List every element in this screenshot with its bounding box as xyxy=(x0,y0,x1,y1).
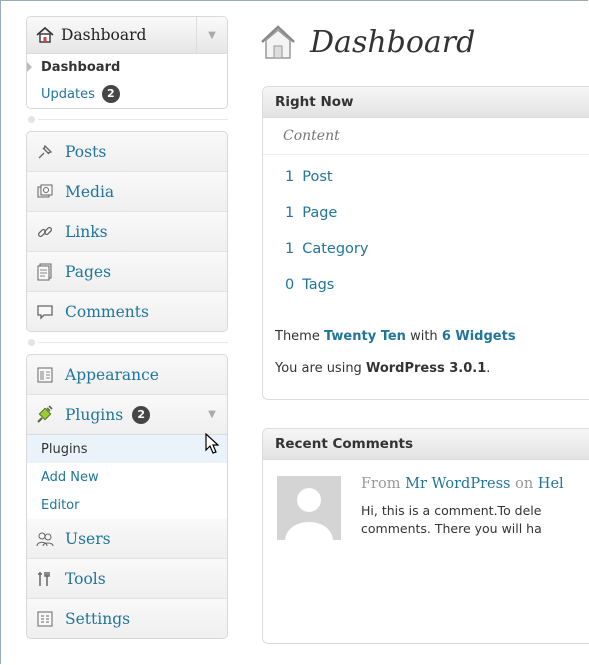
comment-excerpt: Hi, this is a comment.To dele comments. … xyxy=(361,502,542,538)
stat-posts[interactable]: 1 Post xyxy=(263,159,589,195)
comment-on: on xyxy=(515,476,534,492)
stat-pages[interactable]: 1 Page xyxy=(263,195,589,231)
page-header: Dashboard xyxy=(258,22,475,62)
settings-icon xyxy=(35,609,55,629)
plugins-submenu: Plugins Add New Editor xyxy=(27,433,227,519)
comments-icon xyxy=(35,302,55,322)
comment-post-link[interactable]: Hel xyxy=(538,476,564,492)
home-icon xyxy=(36,26,54,43)
menu-plugins[interactable]: Plugins 2 ▼ xyxy=(27,395,227,435)
menu-pages[interactable]: Pages xyxy=(27,252,227,292)
menu-links[interactable]: Links xyxy=(27,212,227,252)
widgets-link[interactable]: 6 Widgets xyxy=(442,329,516,344)
stat-tags[interactable]: 0 Tags xyxy=(263,267,589,303)
menu-pages-label: Pages xyxy=(65,262,112,281)
menu-separator[interactable] xyxy=(26,109,228,131)
version-prefix: You are using xyxy=(275,360,362,376)
mouse-cursor-icon xyxy=(205,433,219,454)
comment-meta: From Mr WordPress on Hel xyxy=(361,476,564,492)
menu-media[interactable]: Media xyxy=(27,172,227,212)
content-stats: 1 Post 1 Page 1 Category 0 Tags xyxy=(263,155,589,303)
media-icon xyxy=(35,182,55,202)
stat-count: 1 xyxy=(285,169,295,185)
stat-label: Tags xyxy=(302,277,335,293)
menu-posts-label: Posts xyxy=(65,142,107,161)
content-menu-group: Posts Media Links Pages Comments xyxy=(26,131,228,332)
comment-excerpt-line: Hi, this is a comment.To dele xyxy=(361,503,542,518)
menu-settings[interactable]: Settings xyxy=(27,599,227,638)
link-icon xyxy=(35,222,55,242)
chevron-down-icon[interactable]: ▼ xyxy=(196,17,227,53)
menu-dashboard[interactable]: Dashboard ▼ xyxy=(27,17,227,54)
chevron-down-icon[interactable]: ▼ xyxy=(197,395,227,434)
stat-count: 1 xyxy=(285,205,295,221)
stat-categories[interactable]: 1 Category xyxy=(263,231,589,267)
stat-count: 1 xyxy=(285,241,295,257)
submenu-plugins[interactable]: Plugins xyxy=(27,433,227,463)
comment-from: From xyxy=(361,476,401,492)
version-suffix: . xyxy=(486,360,491,376)
appearance-icon xyxy=(35,365,55,385)
avatar xyxy=(277,476,341,540)
menu-posts[interactable]: Posts xyxy=(27,132,227,172)
submenu-plugins-label: Plugins xyxy=(41,441,88,457)
home-icon xyxy=(261,25,295,59)
submenu-dashboard[interactable]: Dashboard xyxy=(27,54,227,80)
recent-comments-heading[interactable]: Recent Comments xyxy=(263,429,589,460)
menu-users-label: Users xyxy=(65,529,111,548)
menu-tools-label: Tools xyxy=(65,569,106,588)
version-info: You are using WordPress 3.0.1. xyxy=(263,355,589,381)
menu-comments[interactable]: Comments xyxy=(27,292,227,331)
comment-item: From Mr WordPress on Hel Hi, this is a c… xyxy=(263,460,589,568)
stat-label: Category xyxy=(302,241,369,257)
menu-separator[interactable] xyxy=(26,332,228,354)
dashboard-menu-group: Dashboard ▼ Dashboard Updates 2 xyxy=(26,16,228,109)
updates-count-badge: 2 xyxy=(101,85,120,103)
submenu-add-new-label: Add New xyxy=(41,469,99,485)
submenu-editor[interactable]: Editor xyxy=(27,491,227,519)
submenu-updates[interactable]: Updates 2 xyxy=(27,80,227,108)
theme-with: with xyxy=(410,328,438,344)
pushpin-icon xyxy=(35,142,55,162)
right-now-widget: Right Now Content 1 Post 1 Page 1 Category … xyxy=(262,86,589,400)
comment-author-link[interactable]: Mr WordPress xyxy=(405,476,510,492)
menu-plugins-label: Plugins xyxy=(65,405,124,424)
menu-dashboard-label: Dashboard xyxy=(61,26,147,44)
submenu-add-new[interactable]: Add New xyxy=(27,463,227,491)
users-icon xyxy=(35,529,55,549)
plug-icon xyxy=(35,404,55,425)
stat-label: Page xyxy=(302,205,338,221)
pages-icon xyxy=(35,262,55,282)
version-number: WordPress 3.0.1 xyxy=(365,360,487,376)
theme-name-link[interactable]: Twenty Ten xyxy=(324,329,406,344)
content-label: Content xyxy=(263,118,589,155)
right-now-heading[interactable]: Right Now xyxy=(263,87,589,118)
menu-tools[interactable]: Tools xyxy=(27,559,227,599)
theme-info: Theme Twenty Ten with 6 Widgets xyxy=(263,323,589,349)
tools-icon xyxy=(35,569,55,589)
dashboard-submenu: Dashboard Updates 2 xyxy=(27,54,227,108)
submenu-dashboard-label: Dashboard xyxy=(41,59,121,75)
admin-menu: Dashboard ▼ Dashboard Updates 2 Posts Me… xyxy=(26,16,228,639)
menu-settings-label: Settings xyxy=(65,609,131,628)
menu-users[interactable]: Users xyxy=(27,519,227,559)
menu-media-label: Media xyxy=(65,182,115,201)
menu-links-label: Links xyxy=(65,222,108,241)
recent-comments-widget: Recent Comments From Mr WordPress on Hel… xyxy=(262,428,589,644)
comment-excerpt-line: comments. There you will ha xyxy=(361,521,542,536)
stat-label: Post xyxy=(302,169,333,185)
stat-count: 0 xyxy=(285,277,295,293)
page-title: Dashboard xyxy=(310,24,476,60)
submenu-editor-label: Editor xyxy=(41,497,80,513)
menu-comments-label: Comments xyxy=(65,302,149,321)
theme-prefix: Theme xyxy=(275,328,320,344)
submenu-updates-label: Updates xyxy=(41,86,95,102)
settings-menu-group: Appearance Plugins 2 ▼ Plugins Add New E… xyxy=(26,354,228,639)
menu-appearance-label: Appearance xyxy=(65,365,159,384)
menu-appearance[interactable]: Appearance xyxy=(27,355,227,395)
plugins-count-badge: 2 xyxy=(132,405,151,424)
